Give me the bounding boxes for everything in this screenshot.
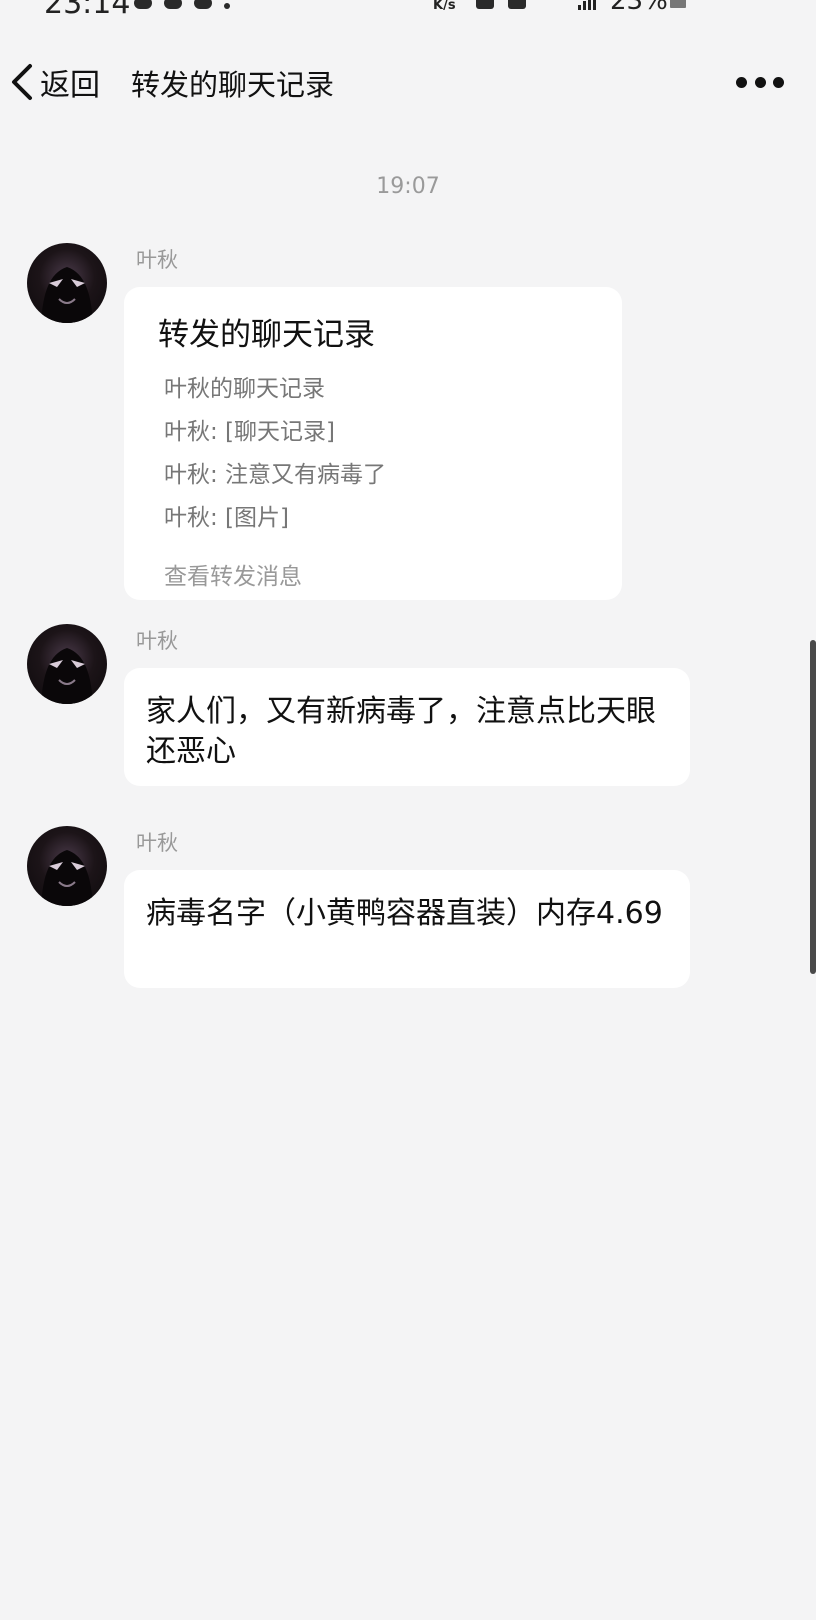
sender-name: 叶秋 <box>136 629 178 653</box>
message-text: 家人们，又有新病毒了，注意点比天眼还恶心 <box>146 694 656 769</box>
more-options-button[interactable] <box>736 70 784 94</box>
avatar-character-icon <box>41 850 93 906</box>
avatar[interactable] <box>27 243 107 323</box>
sender-name: 叶秋 <box>136 248 178 272</box>
avatar-character-icon <box>41 267 93 323</box>
message-text: 病毒名字（小黄鸭容器直装）内存4.69 <box>146 896 663 931</box>
status-time: 23:14 <box>44 0 131 21</box>
battery-icon <box>670 0 686 8</box>
network-speed: K/s <box>433 0 456 13</box>
alarm-icon <box>476 0 494 9</box>
back-button[interactable]: 返回 <box>8 58 100 106</box>
notification-icon <box>134 0 152 9</box>
back-label: 返回 <box>40 68 100 103</box>
more-dot-icon <box>773 76 784 88</box>
notification-icon <box>164 0 182 9</box>
forward-preview-line: 叶秋: [聊天记录] <box>164 419 336 445</box>
notification-dot-icon <box>224 3 230 9</box>
message-bubble[interactable]: 家人们，又有新病毒了，注意点比天眼还恶心 <box>124 668 690 786</box>
notification-icon <box>194 0 212 9</box>
battery-percent: 23% <box>610 0 668 16</box>
message-bubble[interactable]: 病毒名字（小黄鸭容器直装）内存4.69 <box>124 870 690 988</box>
avatar[interactable] <box>27 624 107 704</box>
view-forwarded-link[interactable]: 查看转发消息 <box>164 557 302 591</box>
more-dot-icon <box>754 76 766 88</box>
forwarded-chat-card[interactable]: 转发的聊天记录 叶秋的聊天记录 叶秋: [聊天记录] 叶秋: 注意又有病毒了 叶… <box>124 287 622 600</box>
sender-name: 叶秋 <box>136 831 178 855</box>
chevron-left-icon <box>12 64 32 100</box>
scrollbar[interactable] <box>810 640 816 974</box>
avatar-character-icon <box>41 648 93 704</box>
more-dot-icon <box>736 76 747 88</box>
wifi-icon <box>508 0 526 9</box>
nav-bar: 返回 转发的聊天记录 <box>0 46 816 118</box>
system-status-icons <box>476 0 576 9</box>
forward-card-title: 转发的聊天记录 <box>158 317 375 353</box>
avatar[interactable] <box>27 826 107 906</box>
forward-preview-line: 叶秋: [图片] <box>164 505 290 531</box>
forward-preview-line: 叶秋的聊天记录 <box>164 376 325 402</box>
page-title: 转发的聊天记录 <box>131 68 335 102</box>
notification-icons <box>134 0 244 9</box>
message-timestamp: 19:07 <box>376 174 440 199</box>
forward-preview-line: 叶秋: 注意又有病毒了 <box>164 462 387 488</box>
signal-icon <box>578 0 600 10</box>
status-bar: 23:14 K/s 23% <box>0 0 816 22</box>
